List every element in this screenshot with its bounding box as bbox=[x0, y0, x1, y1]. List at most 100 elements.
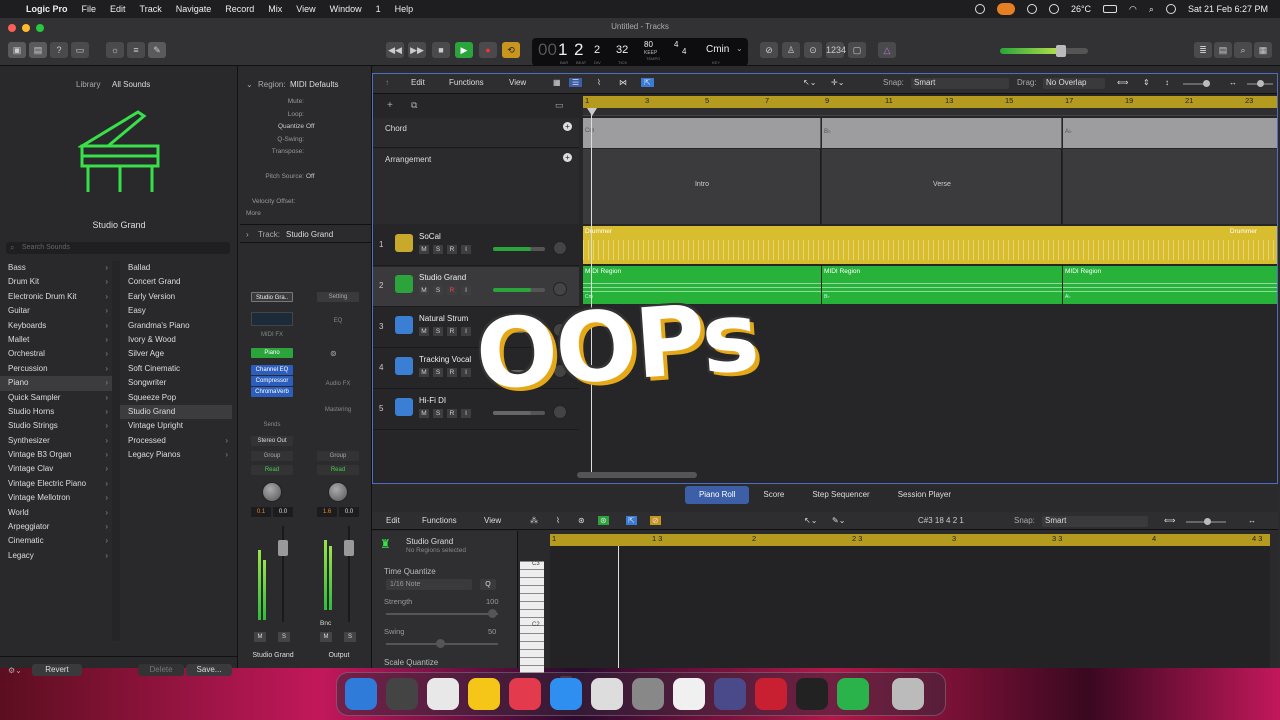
category-item[interactable]: Quick Sampler › bbox=[0, 391, 112, 405]
editor-pointer-tool-icon[interactable]: ↖⌄ bbox=[804, 516, 817, 525]
editor-zoom-icon[interactable]: ⟺ bbox=[1164, 516, 1175, 525]
sound-item[interactable]: Concert Grand bbox=[120, 275, 232, 289]
category-item[interactable]: Vintage Clav › bbox=[0, 462, 112, 476]
battery-icon[interactable] bbox=[1103, 5, 1118, 13]
control-icon[interactable] bbox=[1026, 4, 1037, 14]
add-arrangement-button[interactable]: + bbox=[563, 153, 572, 162]
editor-zoom-slider[interactable] bbox=[1204, 518, 1211, 525]
sound-item[interactable]: Ballad bbox=[120, 261, 232, 275]
swing-slider[interactable] bbox=[436, 639, 445, 648]
editor-ruler[interactable]: 1 1 3 2 2 3 3 3 3 4 4 3 bbox=[550, 534, 1270, 546]
category-item[interactable]: Arpeggiator › bbox=[0, 520, 112, 534]
category-item[interactable]: Keyboards › bbox=[0, 319, 112, 333]
vertical-zoom-slider-icon[interactable]: ↕ bbox=[1165, 78, 1169, 87]
horizontal-zoom-icon[interactable]: ↔ bbox=[1229, 78, 1237, 87]
list-view-icon[interactable]: ☰ bbox=[569, 78, 583, 87]
settings-icon[interactable] bbox=[632, 678, 664, 710]
link-icon[interactable]: ⊚ bbox=[330, 349, 337, 358]
quick-help-icon[interactable]: ? bbox=[50, 42, 68, 58]
music-icon[interactable] bbox=[509, 678, 541, 710]
pointer-tool-icon[interactable]: ↖⌄ bbox=[803, 78, 816, 87]
eq-thumbnail[interactable] bbox=[251, 312, 293, 326]
category-item[interactable]: Vintage Electric Piano › bbox=[0, 477, 112, 491]
midi-fx-slot[interactable]: MIDI FX bbox=[251, 330, 293, 340]
region-name[interactable]: MIDI Defaults bbox=[290, 80, 338, 89]
wifi-icon[interactable]: ◠ bbox=[1129, 4, 1137, 15]
group-slot-1[interactable]: Group bbox=[251, 451, 293, 461]
preview-icon[interactable] bbox=[591, 678, 623, 710]
quantize-value[interactable]: Off bbox=[306, 123, 315, 130]
setting-strip1[interactable]: Studio Gra.. bbox=[251, 292, 293, 302]
mute-button[interactable]: M bbox=[419, 368, 429, 377]
play-icon[interactable]: ▶ bbox=[455, 42, 473, 58]
sound-item[interactable]: Studio Grand bbox=[120, 404, 232, 420]
category-item[interactable]: Drum Kit › bbox=[0, 275, 112, 289]
replace-icon[interactable]: ⊘ bbox=[760, 42, 778, 58]
waveform-zoom-icon[interactable]: ⟺ bbox=[1117, 78, 1128, 87]
search-icon[interactable]: ⌕ bbox=[1149, 4, 1154, 15]
category-item[interactable]: Studio Horns › bbox=[0, 405, 112, 419]
drummer-region[interactable]: Drummer Drummer bbox=[583, 226, 1277, 264]
quantize-q-button[interactable]: Q bbox=[480, 579, 496, 590]
sends-slot[interactable]: Sends bbox=[251, 420, 293, 430]
audio-fx-slot[interactable]: Audio FX bbox=[317, 379, 359, 389]
control-center-icon[interactable] bbox=[1165, 4, 1176, 14]
mastering-slot[interactable]: Mastering bbox=[317, 405, 359, 415]
trash-icon[interactable] bbox=[892, 678, 924, 710]
horizontal-zoom-slider[interactable] bbox=[1257, 80, 1264, 87]
tracks-view-menu[interactable]: View bbox=[509, 78, 526, 87]
sound-item[interactable]: Early Version bbox=[120, 290, 232, 304]
add-chord-button[interactable]: + bbox=[563, 122, 572, 131]
revert-button[interactable]: Revert bbox=[32, 664, 82, 676]
category-item[interactable]: Bass › bbox=[0, 261, 112, 275]
photos-icon[interactable] bbox=[673, 678, 705, 710]
editors-icon[interactable]: ✎ bbox=[148, 42, 166, 58]
delete-button[interactable]: Delete bbox=[138, 664, 184, 676]
pitch-source-value[interactable]: Off bbox=[306, 173, 315, 180]
metronome-icon[interactable]: ▢ bbox=[848, 42, 866, 58]
category-item[interactable]: Cinematic › bbox=[0, 534, 112, 548]
strength-slider[interactable] bbox=[488, 609, 497, 618]
record-status-icon[interactable] bbox=[974, 4, 985, 14]
catch-icon[interactable]: ⇱ bbox=[641, 78, 654, 87]
volume-fader-2[interactable] bbox=[344, 540, 354, 556]
input-monitor-button[interactable]: I bbox=[461, 368, 471, 377]
record-enable-button[interactable]: R bbox=[447, 286, 457, 295]
vertical-zoom-slider[interactable] bbox=[1203, 80, 1210, 87]
record-enable-button[interactable]: R bbox=[447, 245, 457, 254]
record-enable-button[interactable]: R bbox=[447, 368, 457, 377]
count-in-icon[interactable]: 1234 bbox=[826, 42, 846, 58]
mute-button[interactable]: M bbox=[419, 286, 429, 295]
clock-text[interactable]: Sat 21 Feb 6:27 PM bbox=[1188, 4, 1268, 14]
automation-icon[interactable]: ⌇ bbox=[597, 78, 601, 87]
tuner-icon[interactable]: ♙ bbox=[782, 42, 800, 58]
category-item[interactable]: World › bbox=[0, 506, 112, 520]
category-item[interactable]: Electronic Drum Kit › bbox=[0, 290, 112, 304]
mute-button-strip1[interactable]: M bbox=[254, 632, 266, 642]
fast-forward-icon[interactable]: ▶▶ bbox=[408, 42, 426, 58]
plugin-channel-eq[interactable]: Channel EQ bbox=[251, 365, 293, 375]
mute-button[interactable]: M bbox=[419, 327, 429, 336]
category-item[interactable]: Vintage B3 Organ › bbox=[0, 448, 112, 462]
track-header[interactable]: 1 SoCal M S R I bbox=[373, 226, 579, 266]
davinci-icon[interactable] bbox=[714, 678, 746, 710]
track-pan-knob[interactable] bbox=[553, 241, 567, 255]
add-track-icon[interactable]: + bbox=[387, 100, 393, 111]
global-tracks-icon[interactable]: ▭ bbox=[555, 100, 564, 111]
editor-catch-icon[interactable]: ⇱ bbox=[626, 516, 637, 525]
arrangement-section-verse[interactable]: Verse bbox=[822, 149, 1062, 224]
lcd-display[interactable]: 00 1 2 2 32 80 KEEP 4 4 Cmin ⌄ BAR BEAT … bbox=[532, 38, 748, 66]
arrangement-track-header[interactable]: Arrangement + bbox=[373, 149, 579, 224]
record-enable-button[interactable]: R bbox=[447, 409, 457, 418]
finder-icon[interactable] bbox=[345, 678, 377, 710]
menu-record[interactable]: Record bbox=[225, 4, 254, 14]
category-item[interactable]: Piano › bbox=[0, 376, 112, 391]
menu-1[interactable]: 1 bbox=[376, 4, 381, 14]
smart-controls-icon[interactable]: ☼ bbox=[106, 42, 124, 58]
pan-knob-2[interactable] bbox=[328, 482, 348, 502]
track-volume-slider[interactable] bbox=[493, 247, 545, 251]
sound-item[interactable]: Grandma's Piano bbox=[120, 319, 232, 333]
menu-app-name[interactable]: Logic Pro bbox=[26, 4, 68, 14]
editor-pencil-tool-icon[interactable]: ✎⌄ bbox=[832, 516, 845, 525]
chord-region-1[interactable]: Cm bbox=[583, 118, 821, 148]
